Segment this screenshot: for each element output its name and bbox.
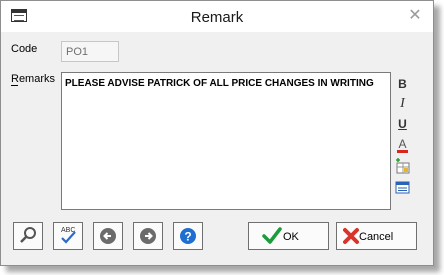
spell-check-button[interactable]: ABC — [53, 222, 83, 250]
font-color-icon: A — [398, 137, 407, 151]
code-label: Code — [11, 43, 38, 55]
help-icon: ? — [180, 228, 196, 244]
ok-button[interactable]: OK — [248, 222, 329, 250]
ok-label: OK — [283, 231, 299, 243]
bold-button[interactable]: B — [394, 75, 411, 93]
close-button[interactable]: ✕ — [405, 6, 425, 26]
cancel-button[interactable]: Cancel — [336, 222, 417, 250]
insert-table-button[interactable] — [394, 158, 411, 176]
font-color-button[interactable]: A — [394, 135, 411, 153]
arrow-left-icon — [100, 228, 116, 244]
next-button[interactable] — [133, 222, 163, 250]
cancel-label: Cancel — [359, 231, 394, 243]
remarks-label: Remarks — [11, 73, 56, 85]
font-color-swatch — [397, 150, 408, 153]
checkmark-icon — [262, 227, 282, 244]
close-icon: ✕ — [408, 7, 422, 24]
remark-dialog: Remark ✕ Code PO1 Remarks PLEASE ADVISE … — [0, 0, 434, 266]
remarks-label-accelerator-underline — [11, 85, 18, 86]
previous-button[interactable] — [93, 222, 123, 250]
code-field[interactable]: PO1 — [61, 41, 119, 62]
title-bar: Remark ✕ — [1, 1, 433, 32]
magnifier-icon — [20, 227, 36, 243]
italic-button[interactable]: I — [394, 95, 411, 113]
find-button[interactable] — [13, 222, 43, 250]
cancel-x-icon — [343, 228, 359, 244]
arrow-right-icon — [140, 228, 156, 244]
spell-check-icon: ABC — [61, 227, 76, 244]
page-layout-icon — [395, 181, 410, 194]
page-setup-button[interactable] — [394, 179, 411, 197]
remarks-textarea[interactable]: PLEASE ADVISE PATRICK OF ALL PRICE CHANG… — [61, 72, 391, 210]
underline-button[interactable]: U — [394, 115, 411, 133]
help-button[interactable]: ? — [173, 222, 203, 250]
insert-table-icon — [396, 158, 410, 174]
window-title: Remark — [190, 9, 244, 26]
svg-text:?: ? — [184, 230, 191, 244]
